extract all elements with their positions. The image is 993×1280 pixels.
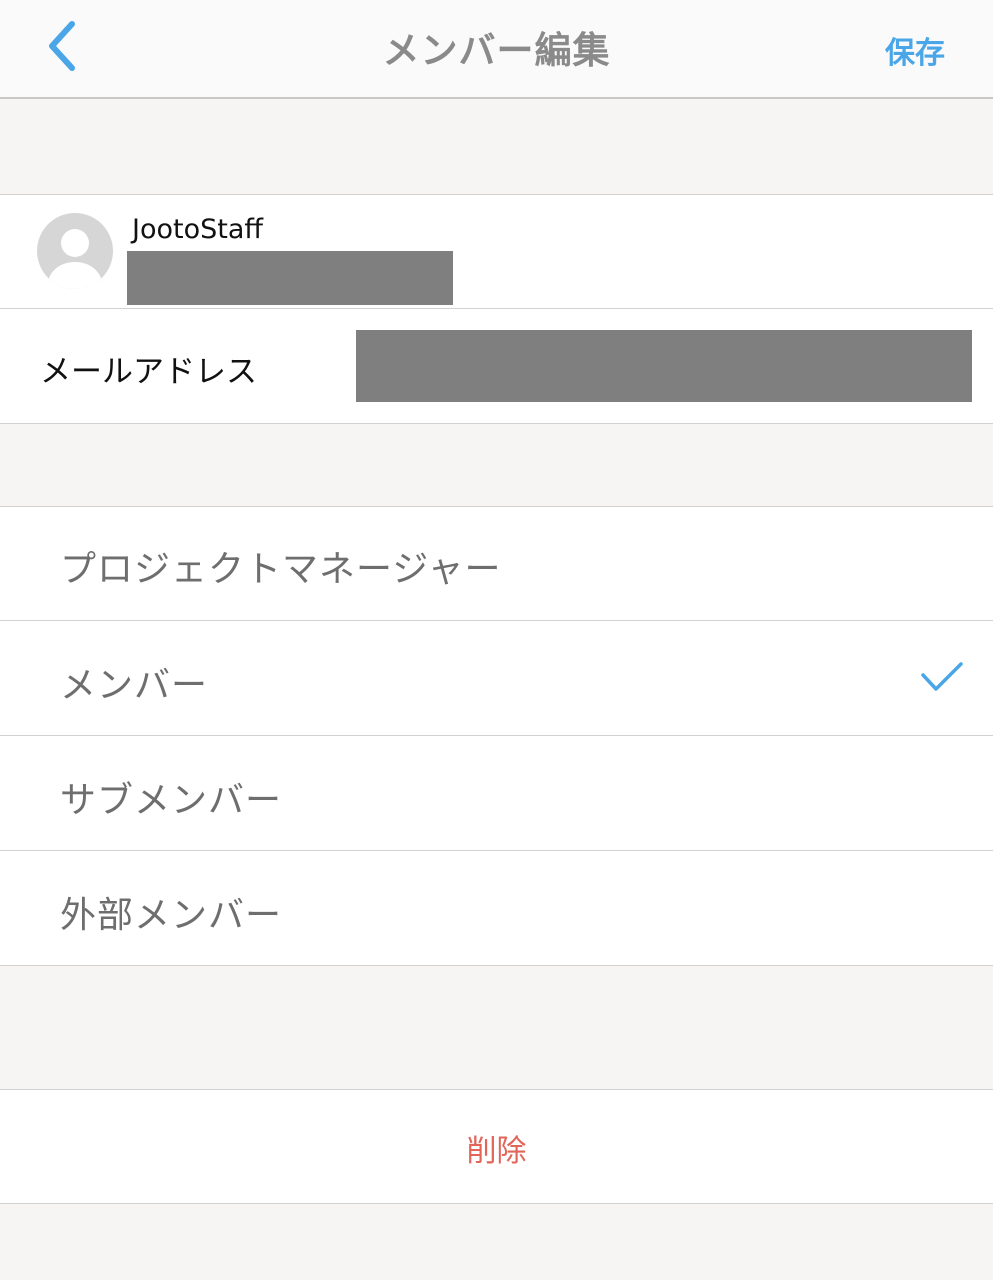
delete-button[interactable]: 削除 bbox=[0, 1126, 993, 1170]
profile-name: JootoStaff bbox=[132, 214, 263, 245]
redacted-email-value bbox=[356, 330, 972, 402]
divider bbox=[0, 850, 993, 851]
divider bbox=[0, 965, 993, 966]
redacted-profile-detail bbox=[127, 251, 453, 305]
save-button[interactable]: 保存 bbox=[885, 28, 945, 72]
divider bbox=[0, 423, 993, 424]
divider bbox=[0, 194, 993, 195]
divider bbox=[0, 506, 993, 507]
divider bbox=[0, 735, 993, 736]
divider bbox=[0, 1089, 993, 1090]
member-edit-screen: メンバー編集 保存 JootoStaff メールアドレス プロジェクトマネージャ… bbox=[0, 0, 993, 1280]
navigation-bar: メンバー編集 保存 bbox=[0, 0, 993, 99]
role-option-project-manager[interactable]: プロジェクトマネージャー bbox=[60, 540, 501, 592]
divider bbox=[0, 1203, 993, 1204]
divider bbox=[0, 620, 993, 621]
default-avatar-icon bbox=[37, 213, 113, 289]
page-title: メンバー編集 bbox=[382, 29, 611, 72]
email-label: メールアドレス bbox=[40, 354, 257, 390]
role-option-member[interactable]: メンバー bbox=[60, 656, 208, 708]
role-option-external-member[interactable]: 外部メンバー bbox=[60, 886, 282, 938]
avatar bbox=[36, 212, 114, 294]
role-option-sub-member[interactable]: サブメンバー bbox=[60, 771, 282, 823]
checkmark-icon bbox=[920, 660, 964, 698]
